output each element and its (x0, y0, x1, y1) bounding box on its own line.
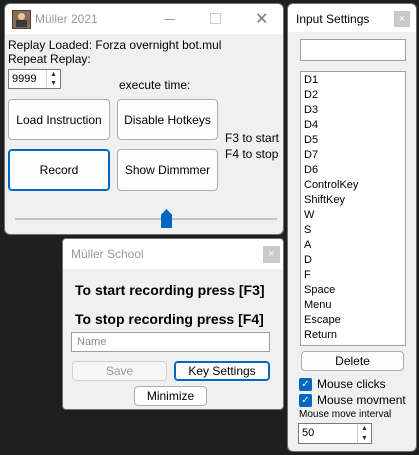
name-input[interactable]: Name (71, 332, 270, 352)
key-list-item[interactable]: Menu (304, 298, 405, 313)
key-list-item[interactable]: D6 (304, 163, 405, 178)
close-icon: × (398, 13, 406, 25)
interval-stepper-arrows[interactable]: ▲ ▼ (357, 424, 371, 443)
key-list-items: D1 D2 D3 D4 D5 D7 D6 ControlKey ShiftKey W S A D F Spa… (304, 73, 405, 343)
repeat-replay-stepper[interactable]: 9999 ▲ ▼ (8, 69, 61, 89)
key-settings-button[interactable]: Key Settings (174, 361, 270, 381)
key-list-item[interactable]: D7 (304, 148, 405, 163)
replay-loaded-label: Replay Loaded: Forza overnight bot.mul (8, 38, 222, 52)
mouse-movement-checkbox[interactable]: ✓ Mouse movment (299, 393, 414, 409)
key-list-item[interactable]: D (304, 253, 405, 268)
mouse-interval-stepper[interactable]: 50 ▲ ▼ (298, 423, 372, 444)
close-icon[interactable]: ✕ (255, 9, 268, 29)
key-list-item[interactable]: W (304, 208, 405, 223)
key-list-item[interactable]: D4 (304, 118, 405, 133)
repeat-stepper-arrows[interactable]: ▲ ▼ (46, 70, 60, 88)
input-settings-close-button[interactable]: × (394, 11, 410, 27)
input-settings-titlebar[interactable]: Input Settings × (288, 4, 416, 32)
key-search-input[interactable] (300, 39, 406, 61)
maximize-icon[interactable] (210, 13, 221, 24)
stepper-up-icon[interactable]: ▲ (47, 70, 60, 79)
mouse-clicks-label: Mouse clicks (317, 377, 386, 391)
key-list-item[interactable]: F (304, 268, 405, 283)
save-button[interactable]: Save (72, 361, 167, 381)
key-list-item[interactable]: D2 (304, 88, 405, 103)
input-settings-window: Input Settings × D1 D2 D3 D4 D5 D7 D6 ControlKe… (287, 3, 417, 452)
key-list-item[interactable]: Return (304, 328, 405, 343)
school-title: Müller School (71, 247, 144, 261)
key-list-item[interactable]: Escape (304, 313, 405, 328)
key-list-item[interactable]: ShiftKey (304, 193, 405, 208)
start-recording-instruction: To start recording press [F3] (75, 282, 265, 298)
key-list-item[interactable]: A (304, 238, 405, 253)
mouse-interval-value: 50 (302, 427, 315, 439)
minimize-button[interactable]: Minimize (134, 386, 207, 406)
key-list-item[interactable]: Space (304, 283, 405, 298)
stop-recording-instruction: To stop recording press [F4] (75, 311, 264, 327)
slider-thumb[interactable] (161, 209, 172, 228)
close-icon: × (268, 248, 275, 260)
name-input-placeholder: Name (77, 336, 107, 348)
repeat-replay-value: 9999 (12, 73, 37, 85)
key-list-item[interactable]: D1 (304, 73, 405, 88)
delete-button[interactable]: Delete (301, 351, 404, 371)
main-window: Müller 2021 ✕ Replay Loaded: Forza overn… (4, 3, 284, 235)
execute-time-label: execute time: (119, 78, 191, 92)
main-title: Müller 2021 (35, 12, 98, 26)
mouse-move-interval-label: Mouse move interval (299, 409, 392, 420)
show-dimmer-button[interactable]: Show Dimmmer (117, 149, 218, 191)
disable-hotkeys-button[interactable]: Disable Hotkeys (117, 99, 218, 140)
repeat-replay-label: Repeat Replay: (8, 52, 91, 66)
school-window: Müller School × To start recording press… (62, 238, 284, 410)
hint-start-label: F3 to start (225, 131, 280, 145)
key-list-item[interactable]: S (304, 223, 405, 238)
mouse-movement-label: Mouse movment (317, 393, 406, 407)
minimize-icon[interactable] (165, 19, 175, 20)
key-list[interactable]: D1 D2 D3 D4 D5 D7 D6 ControlKey ShiftKey W S A D F Spa… (300, 71, 406, 346)
key-list-item[interactable]: D3 (304, 103, 405, 118)
slider-track (15, 218, 277, 220)
stepper-down-icon[interactable]: ▼ (358, 434, 371, 444)
check-icon: ✓ (299, 394, 312, 407)
speed-slider[interactable] (15, 209, 277, 233)
key-list-item[interactable]: ControlKey (304, 178, 405, 193)
key-list-item[interactable]: D5 (304, 133, 405, 148)
school-titlebar[interactable]: Müller School × (63, 239, 283, 269)
hint-stop-label: F4 to stop (225, 147, 279, 161)
check-icon: ✓ (299, 378, 312, 391)
mouse-clicks-checkbox[interactable]: ✓ Mouse clicks (299, 377, 414, 393)
record-button[interactable]: Record (8, 149, 110, 191)
app-logo-icon (12, 10, 31, 29)
school-close-button[interactable]: × (263, 246, 280, 263)
main-titlebar[interactable]: Müller 2021 ✕ (5, 4, 283, 34)
stepper-down-icon[interactable]: ▼ (47, 79, 60, 88)
load-instruction-button[interactable]: Load Instruction (8, 99, 110, 140)
input-settings-title: Input Settings (296, 12, 370, 26)
stepper-up-icon[interactable]: ▲ (358, 424, 371, 434)
